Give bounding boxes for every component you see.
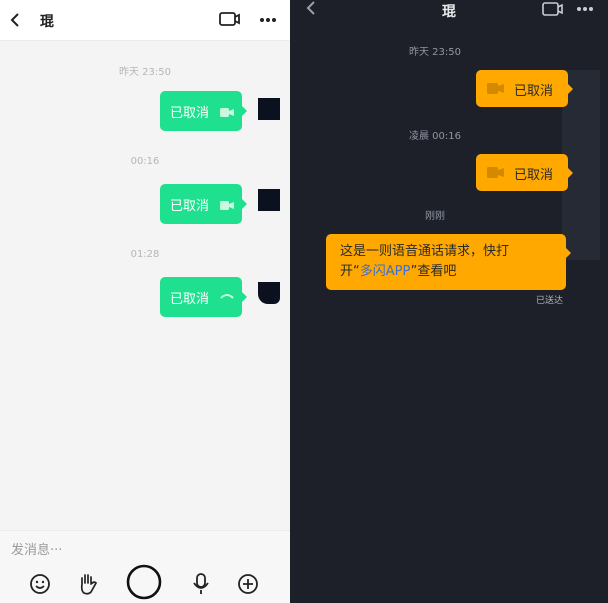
timestamp: 00:16 (130, 156, 160, 167)
video-camera-icon (487, 167, 504, 182)
call-status-label: 已取消 (170, 292, 210, 307)
chat-header: 琨 (0, 0, 290, 41)
cancelled-call-bubble[interactable]: 已取消 (476, 70, 573, 107)
video-camera-icon (220, 106, 234, 121)
chat-title: 琨 (442, 4, 456, 20)
notice-suffix: ”查看吧 (410, 264, 457, 279)
left-chat-pane: 琨 昨天 23:50 已取消 00:16 已取消 01:28 已取消 发消息··… (0, 0, 290, 603)
delivery-status: 已送达 (536, 296, 564, 306)
timestamp: 01:28 (130, 249, 160, 260)
microphone-icon[interactable] (191, 572, 211, 600)
video-call-icon[interactable] (542, 1, 564, 17)
cancelled-call-bubble[interactable]: 已取消 (160, 184, 247, 224)
call-status-label: 已取消 (170, 199, 210, 214)
notice-text-line2: 开“多闪APP”查看吧 (340, 262, 556, 282)
notice-prefix: 开“ (340, 264, 360, 279)
wave-hand-icon[interactable] (77, 572, 99, 600)
back-icon[interactable] (9, 12, 21, 28)
avatar[interactable] (258, 189, 280, 211)
cancelled-call-bubble[interactable]: 已取消 (160, 91, 247, 131)
emoji-icon[interactable] (29, 573, 51, 599)
more-icon[interactable] (259, 17, 277, 23)
chat-header: 琨 (290, 0, 608, 40)
message-input-bar: 发消息··· (0, 530, 290, 603)
timestamp: 凌晨 00:16 (409, 131, 461, 142)
phone-icon (220, 290, 234, 305)
cancelled-call-bubble[interactable]: 已取消 (160, 277, 247, 317)
timestamp: 昨天 23:50 (409, 47, 461, 58)
app-link[interactable]: 多闪APP (360, 264, 411, 279)
video-camera-icon (487, 83, 504, 98)
call-status-label: 已取消 (170, 106, 210, 121)
message-input[interactable]: 发消息··· (11, 539, 62, 558)
avatar[interactable] (258, 282, 280, 304)
video-call-icon[interactable] (219, 11, 241, 27)
cancelled-call-bubble[interactable]: 已取消 (476, 154, 573, 191)
timestamp: 刚刚 (425, 211, 445, 222)
avatar[interactable] (258, 98, 280, 120)
chat-title: 琨 (40, 14, 54, 30)
back-icon[interactable] (305, 0, 317, 16)
video-camera-icon (220, 199, 234, 214)
shutter-icon[interactable] (126, 564, 162, 603)
right-chat-pane: 琨 昨天 23:50 已取消 凌晨 00:16 已取消 刚刚 这是一则语音通话请… (290, 0, 608, 603)
notice-text: 这是一则语音通话请求，快打 (340, 244, 510, 259)
plus-circle-icon[interactable] (237, 573, 259, 599)
voice-call-notice-bubble[interactable]: 这是一则语音通话请求，快打 开“多闪APP”查看吧 (326, 234, 571, 290)
call-status-label: 已取消 (514, 84, 554, 99)
more-icon[interactable] (576, 6, 594, 12)
call-status-label: 已取消 (514, 168, 554, 183)
timestamp: 昨天 23:50 (119, 67, 171, 78)
